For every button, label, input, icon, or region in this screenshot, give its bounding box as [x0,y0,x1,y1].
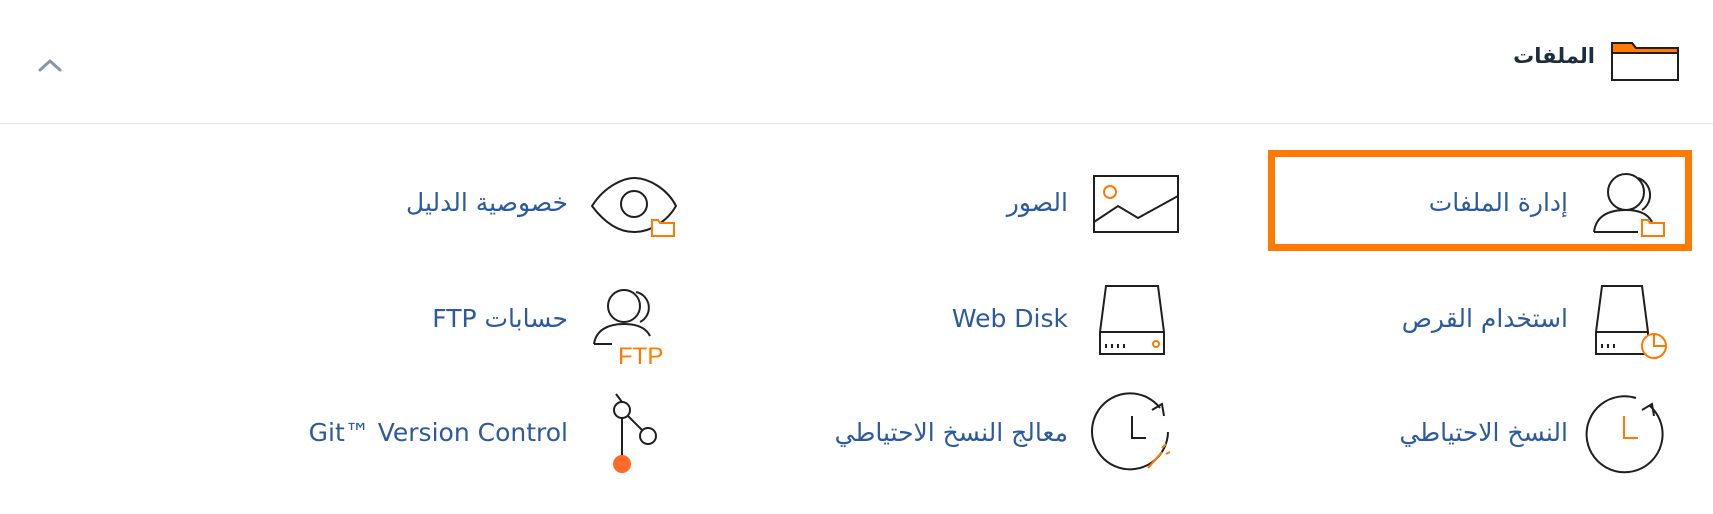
folder-icon [1611,42,1679,81]
item-label[interactable]: النسخ الاحتياطي [1399,418,1568,447]
item-label[interactable]: إدارة الملفات [1429,188,1568,217]
item-label[interactable]: معالج النسخ الاحتياطي [835,418,1068,447]
ftp-user-icon: FTP [593,289,663,366]
section-header[interactable]: الملفات [0,0,1713,124]
git-branch-icon [613,393,657,473]
item-label[interactable]: الصور [1007,188,1068,217]
backup-wizard-icon [1091,392,1171,471]
images-link[interactable]: الصور [940,162,1180,250]
ftp-accounts-link[interactable]: FTP حسابات FTP [380,278,680,366]
item-label[interactable]: Git™ Version Control [309,418,568,447]
directory-privacy-link[interactable]: خصوصية الدليل [380,162,680,250]
collapse-button[interactable] [30,50,70,80]
hard-drive-icon [1099,285,1165,355]
item-label[interactable]: استخدام القرص [1402,304,1568,333]
backup-link[interactable]: النسخ الاحتياطي [1300,392,1680,480]
git-version-control-link[interactable]: Git™ Version Control [280,392,680,480]
user-folder-icon [1593,173,1665,237]
eye-folder-icon [590,176,678,237]
disk-usage-icon [1595,285,1667,359]
section-title: الملفات [1513,44,1595,68]
backup-wizard-link[interactable]: معالج النسخ الاحتياطي [820,392,1180,480]
web-disk-link[interactable]: Web Disk [900,278,1180,366]
image-icon [1093,175,1179,233]
disk-usage-link[interactable]: استخدام القرص [1300,278,1680,366]
item-label[interactable]: Web Disk [952,304,1068,333]
ftp-icon-text: FTP [618,343,663,366]
chevron-up-icon [38,59,62,72]
item-label[interactable]: خصوصية الدليل [406,188,568,217]
file-manager-link[interactable]: إدارة الملفات [1300,162,1680,250]
item-label[interactable]: حسابات FTP [432,304,568,333]
backup-clock-icon [1585,395,1664,474]
